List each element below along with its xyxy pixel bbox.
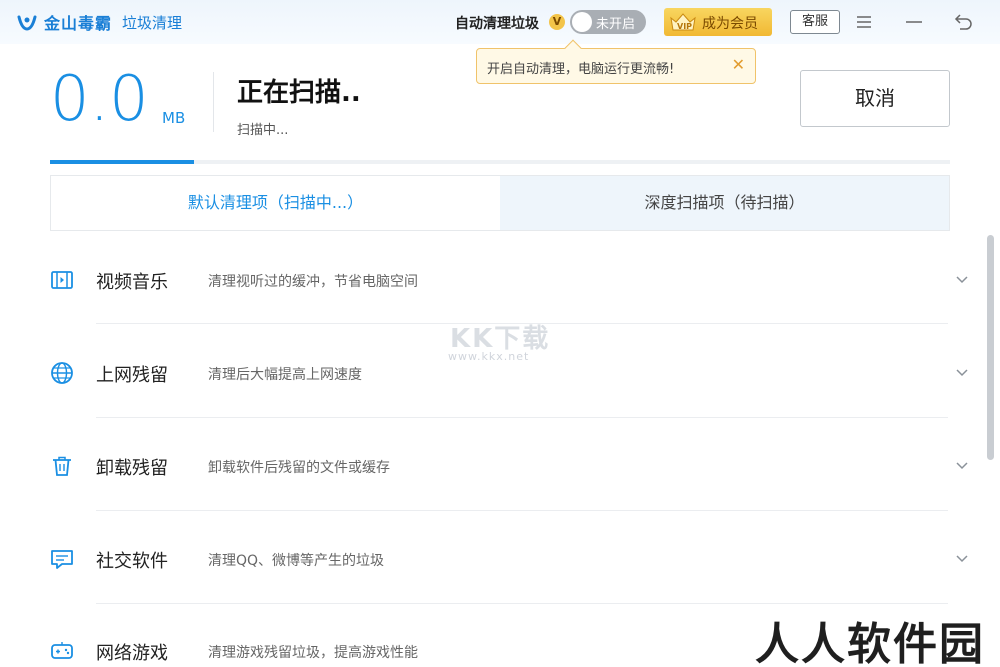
category-description: 卸载软件后残留的文件或缓存 bbox=[208, 460, 390, 476]
category-title: 卸载残留 bbox=[96, 458, 168, 479]
chevron-down-icon[interactable] bbox=[955, 272, 969, 286]
auto-clean-toggle[interactable]: 未开启 bbox=[570, 10, 646, 34]
app-logo: 金山毒霸 垃圾清理 bbox=[16, 10, 182, 34]
toggle-knob bbox=[572, 12, 592, 32]
category-title: 上网残留 bbox=[96, 365, 168, 386]
trash-icon bbox=[53, 456, 71, 476]
scan-status-subtitle: 扫描中... bbox=[237, 123, 289, 138]
chevron-down-icon[interactable] bbox=[955, 365, 969, 379]
tab-default-clean[interactable]: 默认清理项（扫描中...） bbox=[51, 176, 500, 230]
chevron-down-icon[interactable] bbox=[955, 551, 969, 565]
svg-text:VIP: VIP bbox=[677, 22, 692, 31]
vip-label: 成为会员 bbox=[702, 16, 758, 32]
category-video-music[interactable]: 视频音乐 清理视听过的缓冲，节省电脑空间 bbox=[50, 232, 975, 324]
list-scrollbar[interactable] bbox=[987, 235, 994, 460]
auto-clean-label: 自动清理垃圾 bbox=[455, 16, 539, 32]
category-social-software[interactable]: 社交软件 清理QQ、微博等产生的垃圾 bbox=[50, 511, 975, 603]
header-divider bbox=[213, 72, 214, 132]
kk-watermark-url: www.kkx.net bbox=[448, 350, 530, 363]
logo-icon bbox=[17, 15, 37, 31]
category-uninstall-residue[interactable]: 卸载残留 卸载软件后残留的文件或缓存 bbox=[50, 418, 975, 510]
back-icon[interactable] bbox=[952, 10, 976, 34]
tooltip-close-icon[interactable]: ✕ bbox=[732, 55, 745, 74]
auto-clean-tooltip: 开启自动清理，电脑运行更流畅! ✕ bbox=[476, 39, 756, 84]
tab-deep-scan[interactable]: 深度扫描项（待扫描） bbox=[500, 176, 949, 230]
rr-watermark: 人人软件园 bbox=[755, 619, 985, 667]
toggle-state-text: 未开启 bbox=[596, 17, 636, 32]
category-title: 社交软件 bbox=[96, 551, 168, 572]
title-bar: 金山毒霸 垃圾清理 自动清理垃圾 V 未开启 VIP 成为会员 客服 bbox=[0, 0, 1000, 44]
category-description: 清理游戏残留垃圾，提高游戏性能 bbox=[208, 645, 418, 661]
scan-progress-bar bbox=[50, 160, 950, 164]
chat-icon bbox=[51, 550, 73, 569]
video-music-icon bbox=[51, 271, 73, 289]
brand-name: 金山毒霸 bbox=[44, 14, 113, 33]
scan-tabs: 默认清理项（扫描中...） 深度扫描项（待扫描） bbox=[50, 175, 950, 231]
junk-size-unit: MB bbox=[162, 109, 186, 127]
minimize-icon[interactable] bbox=[902, 10, 926, 34]
junk-size-value: 0.0 bbox=[50, 62, 149, 135]
category-title: 视频音乐 bbox=[96, 272, 168, 293]
cancel-button[interactable]: 取消 bbox=[800, 70, 950, 127]
globe-icon bbox=[51, 362, 73, 384]
category-description: 清理视听过的缓冲，节省电脑空间 bbox=[208, 274, 418, 290]
chevron-down-icon[interactable] bbox=[955, 458, 969, 472]
vip-crown-icon: VIP bbox=[670, 13, 696, 31]
scan-status-title: 正在扫描.. bbox=[237, 78, 361, 108]
gamepad-icon bbox=[51, 642, 73, 659]
category-description: 清理QQ、微博等产生的垃圾 bbox=[208, 553, 385, 569]
category-description: 清理后大幅提高上网速度 bbox=[208, 367, 362, 383]
tooltip-text: 开启自动清理，电脑运行更流畅! bbox=[487, 62, 675, 77]
scan-progress-fill bbox=[50, 160, 194, 164]
category-title: 网络游戏 bbox=[96, 643, 168, 664]
become-vip-button[interactable]: VIP 成为会员 bbox=[664, 8, 772, 36]
customer-service-button[interactable]: 客服 bbox=[790, 10, 840, 34]
module-name: 垃圾清理 bbox=[122, 13, 183, 32]
menu-icon[interactable] bbox=[852, 10, 876, 34]
vip-v-badge: V bbox=[549, 14, 565, 30]
